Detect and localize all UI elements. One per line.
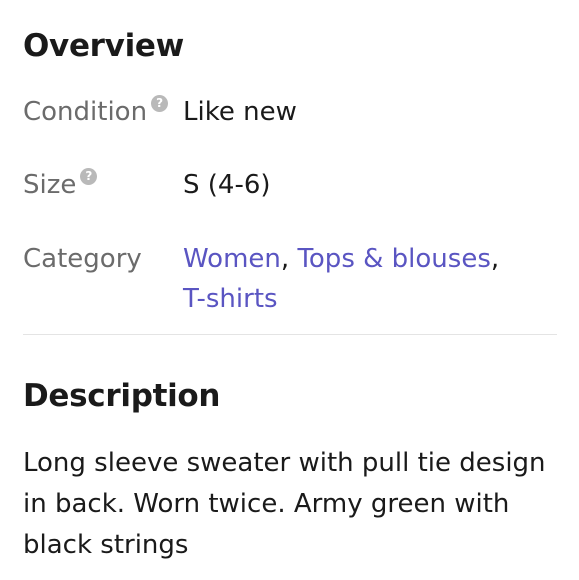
- category-separator: ,: [490, 244, 500, 274]
- category-separator: ,: [280, 244, 290, 274]
- size-label-text: Size: [23, 170, 77, 200]
- category-link-women[interactable]: Women: [183, 244, 281, 274]
- category-label: Category: [23, 244, 142, 274]
- description-text: Long sleeve sweater with pull tie design…: [23, 448, 546, 560]
- size-label: Size?: [23, 165, 98, 205]
- description-heading: Description: [23, 378, 221, 414]
- category-value: Women, Tops & blouses, T-shirts: [183, 239, 543, 319]
- condition-label: Condition?: [23, 92, 169, 132]
- category-link-tops-blouses[interactable]: Tops & blouses: [297, 244, 490, 274]
- section-divider: [23, 334, 557, 335]
- size-value: S (4-6): [183, 170, 271, 200]
- question-circle-icon[interactable]: ?: [151, 95, 169, 112]
- overview-heading: Overview: [23, 28, 184, 64]
- condition-label-text: Condition: [23, 97, 148, 127]
- question-circle-icon[interactable]: ?: [80, 168, 98, 185]
- category-link-t-shirts[interactable]: T-shirts: [183, 284, 278, 314]
- condition-value: Like new: [183, 97, 297, 127]
